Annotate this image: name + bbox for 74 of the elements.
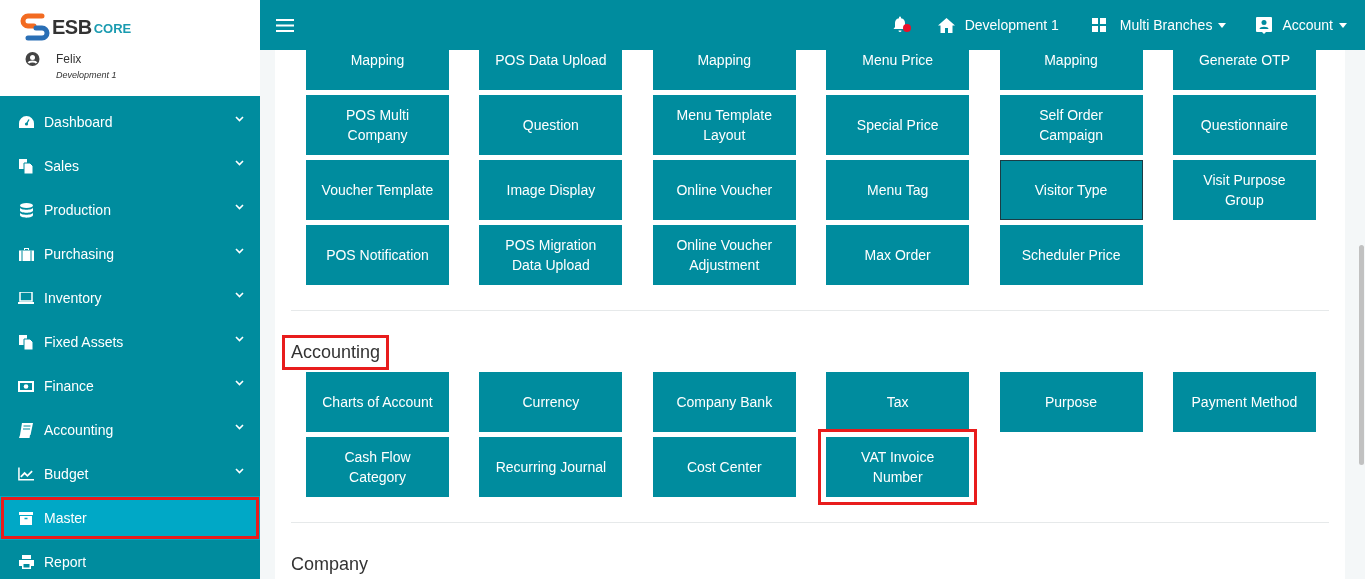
laptop-icon — [18, 292, 34, 304]
archive-icon — [18, 511, 34, 525]
sidebar-item[interactable]: Master — [0, 496, 260, 540]
menu-tile[interactable]: Visitor Type — [999, 160, 1143, 220]
menu-tile[interactable]: Company Bank — [652, 372, 796, 432]
sidebar-item[interactable]: Sales — [0, 144, 260, 188]
section-heading: Accounting — [283, 336, 389, 369]
menu-tile[interactable]: Mapping — [652, 50, 796, 90]
sidebar-item[interactable]: Dashboard — [0, 100, 260, 144]
user-icon — [25, 52, 40, 68]
banknote-icon — [18, 380, 34, 392]
menu-tile[interactable]: Online Voucher — [652, 160, 796, 220]
menu-button[interactable] — [275, 17, 295, 33]
menu-tile[interactable]: Generate OTP — [1172, 50, 1316, 90]
menu-tile[interactable]: Special Price — [826, 95, 970, 155]
menu-tile[interactable]: Cash Flow Category — [306, 437, 449, 497]
sidebar-item[interactable]: Finance — [0, 364, 260, 408]
menu-tile[interactable]: POS Notification — [306, 225, 449, 285]
sidebar-item[interactable]: Production — [0, 188, 260, 232]
menu-tile[interactable]: Max Order — [826, 225, 970, 285]
menu-tile[interactable]: Purpose — [999, 372, 1143, 432]
menu-tile[interactable]: Questionnaire — [1172, 95, 1316, 155]
menu-tile[interactable]: Recurring Journal — [479, 437, 623, 497]
menu-tile[interactable]: Charts of Account — [306, 372, 449, 432]
menu-icon — [276, 18, 294, 32]
menu-tile[interactable]: Image Display — [479, 160, 623, 220]
menu-tile[interactable]: Menu Price — [826, 50, 970, 90]
book-icon — [18, 422, 34, 438]
database-icon — [18, 202, 34, 218]
menu-tile[interactable]: Mapping — [999, 50, 1143, 90]
menu-tile[interactable]: POS Data Upload — [479, 50, 623, 90]
account-icon — [1256, 16, 1273, 34]
logo-icon — [20, 13, 50, 41]
logo-text: ESB — [52, 15, 92, 40]
sidebar-item[interactable]: Budget — [0, 452, 260, 496]
line-chart-icon — [18, 467, 34, 481]
menu-tile[interactable]: Scheduler Price — [999, 225, 1143, 285]
menu-tile[interactable]: POS Migration Data Upload — [479, 225, 623, 285]
menu-tile[interactable]: Self Order Campaign — [999, 95, 1143, 155]
menu-tile[interactable]: Online Voucher Adjustment — [652, 225, 796, 285]
section-heading: Company — [290, 553, 370, 576]
menu-tile[interactable]: Mapping — [306, 50, 449, 90]
account-dropdown[interactable]: Account — [1282, 14, 1347, 36]
menu-tile[interactable]: POS Multi Company — [306, 95, 449, 155]
documents-icon — [18, 158, 34, 174]
sidebar-item[interactable]: Inventory — [0, 276, 260, 320]
menu-tile[interactable]: Tax — [826, 372, 970, 432]
notification-button[interactable] — [891, 16, 910, 34]
menu-tile[interactable]: Cost Center — [652, 437, 796, 497]
grid-icon — [1091, 18, 1106, 32]
sidebar-item[interactable]: Fixed Assets — [0, 320, 260, 364]
gauge-icon — [18, 115, 34, 129]
printer-icon — [18, 555, 34, 569]
menu-tile[interactable]: Menu Template Layout — [652, 95, 796, 155]
logo-subtext: CORE — [93, 20, 132, 39]
menu-tile[interactable]: Visit Purpose Group — [1172, 160, 1316, 220]
sidebar-item[interactable]: Purchasing — [0, 232, 260, 276]
briefcase-icon — [18, 247, 34, 261]
menu-tile[interactable]: Voucher Template — [306, 160, 449, 220]
sidebar-item[interactable]: Report — [0, 540, 260, 579]
branches-dropdown[interactable]: Multi Branches — [1119, 14, 1227, 36]
caret-icon — [1339, 22, 1347, 28]
user-branch: Development 1 — [56, 69, 117, 82]
user-name: Felix — [56, 51, 83, 68]
home-icon — [937, 17, 955, 33]
menu-tile[interactable]: Currency — [479, 372, 623, 432]
documents-icon — [18, 334, 34, 350]
menu-tile[interactable]: Question — [479, 95, 623, 155]
menu-tile[interactable]: Menu Tag — [826, 160, 970, 220]
caret-icon — [1218, 22, 1227, 28]
sidebar-item[interactable]: Accounting — [0, 408, 260, 452]
menu-tile[interactable]: Payment Method — [1172, 372, 1316, 432]
branch-name: Development 1 — [964, 15, 1059, 35]
menu-tile[interactable]: VAT Invoice Number — [826, 437, 970, 497]
